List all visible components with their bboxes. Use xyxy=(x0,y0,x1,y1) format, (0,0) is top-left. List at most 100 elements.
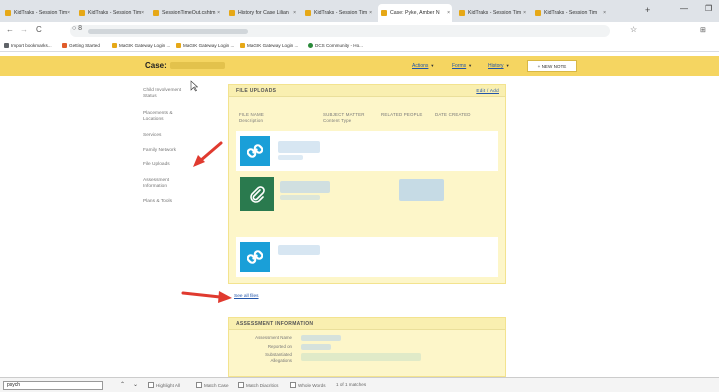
edit-add-link[interactable]: Edit / Add xyxy=(476,88,499,93)
match-diacritics-checkbox[interactable]: Match Diacritics xyxy=(238,382,278,388)
bookmark-item[interactable]: DCS Community - Ho... xyxy=(308,43,363,48)
field-label-reported-on: Reported on xyxy=(267,344,292,349)
find-input[interactable]: psych xyxy=(3,381,103,390)
bookmark-label: Import bookmarks... xyxy=(11,43,52,48)
address-bar-row: ← → C ○ 8 ☆ ⊞ xyxy=(0,22,719,40)
find-next-icon[interactable]: ⌄ xyxy=(133,381,138,388)
bookmark-label: Getting Started xyxy=(69,43,100,48)
file-row[interactable] xyxy=(236,131,498,171)
file-row[interactable] xyxy=(236,173,498,235)
browser-tab[interactable]: KidTraks - Session Tim × xyxy=(2,4,72,22)
caret-down-icon: ▼ xyxy=(430,63,435,68)
whole-words-checkbox[interactable]: Whole Words xyxy=(290,382,326,388)
checkbox-icon xyxy=(148,382,154,388)
star-icon[interactable]: ☆ xyxy=(630,25,637,34)
reload-icon[interactable]: C xyxy=(36,25,42,34)
firefox-icon xyxy=(62,43,67,48)
close-tab-icon[interactable]: × xyxy=(523,10,526,16)
kidtraks-icon xyxy=(153,10,159,16)
browser-tab[interactable]: KidTraks - Session Tim × xyxy=(76,4,146,22)
find-previous-icon[interactable]: ⌃ xyxy=(120,381,125,388)
checkbox-icon xyxy=(238,382,244,388)
browser-tab[interactable]: SessionTimeOut.cshtm × xyxy=(150,4,222,22)
see-all-files-link[interactable]: See all files xyxy=(234,294,259,299)
lock-icon[interactable]: ○ 8 xyxy=(72,25,82,32)
close-tab-icon[interactable]: × xyxy=(293,10,296,16)
url-text-redacted xyxy=(88,29,248,34)
find-bar: psych ⌃ ⌄ Highlight All Match Case Match… xyxy=(0,377,719,392)
close-tab-icon[interactable]: × xyxy=(141,10,144,16)
maximize-icon[interactable]: ❐ xyxy=(705,4,712,13)
bookmark-item[interactable]: MaGIK Gateway Login ... xyxy=(176,43,234,48)
bookmark-item[interactable]: MaGIK Gateway Login ... xyxy=(240,43,298,48)
close-tab-icon[interactable]: × xyxy=(67,10,70,16)
find-result-count: 1 of 1 matches xyxy=(336,382,367,387)
back-icon[interactable]: ← xyxy=(6,25,14,34)
tab-label: Case: Pyke, Amber N xyxy=(390,10,440,16)
case-title: Case: xyxy=(145,61,167,70)
extensions-icon[interactable]: ⊞ xyxy=(700,26,706,34)
column-header-date-created: DATE CREATED xyxy=(435,112,471,117)
highlight-all-checkbox[interactable]: Highlight All xyxy=(148,382,180,388)
link-icon[interactable] xyxy=(240,136,270,166)
assessment-header: ASSESSMENT INFORMATION xyxy=(229,318,505,330)
file-name-redacted xyxy=(278,141,320,153)
assessment-information-panel: ASSESSMENT INFORMATION Assessment Name R… xyxy=(228,317,506,377)
actions-menu[interactable]: Actions ▼ xyxy=(412,63,434,69)
kidtraks-icon xyxy=(535,10,541,16)
browser-tab-active[interactable]: Case: Pyke, Amber N × xyxy=(378,4,452,22)
column-header-file-name: FILE NAME Description xyxy=(239,112,264,123)
kidtraks-icon xyxy=(229,10,235,16)
sidebar-item-child-involvement[interactable]: Child Involvement Status xyxy=(143,88,181,100)
close-tab-icon[interactable]: × xyxy=(447,10,450,16)
sidebar-item-placements[interactable]: Placements & Locations xyxy=(143,111,173,123)
bookmark-item[interactable]: Import bookmarks... xyxy=(4,43,52,48)
forward-icon[interactable]: → xyxy=(20,25,28,34)
tab-label: History for Case Lilian xyxy=(238,10,289,16)
kidtraks-icon xyxy=(79,10,85,16)
kidtraks-icon xyxy=(5,10,11,16)
forms-menu[interactable]: Forms ▼ xyxy=(452,63,472,69)
checkbox-icon xyxy=(290,382,296,388)
bookmark-item[interactable]: Getting Started xyxy=(62,43,100,48)
sidebar-item-family-network[interactable]: Family Network xyxy=(143,148,176,154)
browser-tab[interactable]: KidTraks - Session Tim × xyxy=(302,4,374,22)
red-arrow-annotation xyxy=(193,141,223,167)
paperclip-icon[interactable] xyxy=(240,177,274,211)
tab-label: KidTraks - Session Tim xyxy=(314,10,368,16)
link-icon[interactable] xyxy=(240,242,270,272)
section-title: ASSESSMENT INFORMATION xyxy=(236,320,314,327)
sidebar-item-file-uploads[interactable]: File Uploads xyxy=(143,162,170,168)
section-title: FILE UPLOADS xyxy=(236,87,277,94)
bookmark-label: MaGIK Gateway Login ... xyxy=(247,43,299,48)
new-note-button[interactable]: + NEW NOTE xyxy=(527,60,577,72)
browser-tab[interactable]: History for Case Lilian × xyxy=(226,4,298,22)
match-case-checkbox[interactable]: Match Case xyxy=(196,382,229,388)
kidtraks-icon xyxy=(240,43,245,48)
file-row[interactable] xyxy=(236,237,498,277)
browser-tab[interactable]: KidTraks - Session Tim × xyxy=(456,4,528,22)
kidtraks-icon xyxy=(381,10,387,16)
new-tab-icon[interactable]: + xyxy=(645,5,650,15)
tab-label: KidTraks - Session Tim xyxy=(544,10,598,16)
red-arrow-annotation xyxy=(181,291,232,303)
bookmark-item[interactable]: MaGIK Gateway Login ... xyxy=(112,43,170,48)
minimize-icon[interactable]: — xyxy=(680,4,688,13)
import-icon xyxy=(4,43,9,48)
caret-down-icon: ▼ xyxy=(468,63,473,68)
description-redacted xyxy=(280,195,320,200)
browser-tab[interactable]: KidTraks - Session Tim × xyxy=(532,4,608,22)
close-tab-icon[interactable]: × xyxy=(369,10,372,16)
kidtraks-icon xyxy=(459,10,465,16)
history-menu[interactable]: History ▼ xyxy=(488,63,510,69)
close-tab-icon[interactable]: × xyxy=(217,10,220,16)
close-tab-icon[interactable]: × xyxy=(603,10,606,16)
option-label: Whole Words xyxy=(298,382,326,388)
sidebar-item-services[interactable]: Services xyxy=(143,133,161,139)
kidtraks-icon xyxy=(305,10,311,16)
file-uploads-header: FILE UPLOADS Edit / Add xyxy=(229,85,505,97)
sidebar-item-plans-tools[interactable]: Plans & Tools xyxy=(143,199,172,205)
menu-label: Actions xyxy=(412,63,429,69)
tab-label: KidTraks - Session Tim xyxy=(468,10,522,16)
sidebar-item-assessment[interactable]: Assessment Information xyxy=(143,178,169,190)
